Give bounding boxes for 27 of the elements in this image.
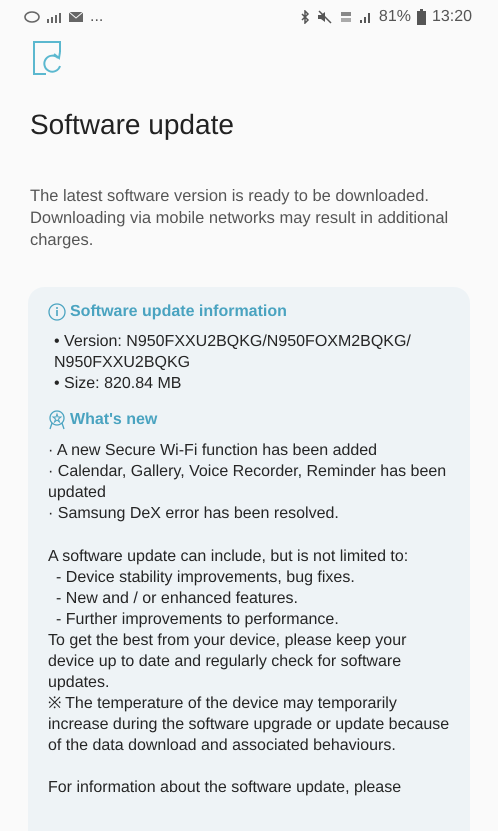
clock: 13:20 xyxy=(432,8,472,26)
badge-icon xyxy=(48,410,66,430)
info-icon xyxy=(48,303,66,321)
change-item: · Samsung DeX error has been resolved. xyxy=(48,504,340,524)
section-heading: What's new xyxy=(70,411,158,429)
more-notifications: ... xyxy=(90,8,104,26)
change-item: · Calendar, Gallery, Voice Recorder, Reminder has been updated xyxy=(48,462,448,503)
info-item: • Version: N950FXXU2BQKG/N950FOXM2BQKG/ N950FXXU2BQKG xyxy=(54,332,412,373)
note-item: - Device stability improvements, bug fixes. xyxy=(55,568,356,588)
note-item: - Further improvements to performance. xyxy=(55,610,340,630)
intro-text: The latest software version is ready to be downloaded. Downloading via mobile networks may result in additional charges. xyxy=(30,186,450,251)
signal-icon xyxy=(358,10,373,24)
bluetooth-icon xyxy=(298,10,311,24)
signal-icon xyxy=(46,10,62,24)
mute-icon xyxy=(316,10,333,24)
page-title: Software update xyxy=(30,109,235,141)
section-heading: Software update information xyxy=(70,303,287,321)
note-text: A software update can include, but is not limited to: xyxy=(48,547,410,567)
note-text: For information about the software update, please xyxy=(48,778,402,798)
battery-icon xyxy=(416,9,426,25)
change-item: · A new Secure Wi-Fi function has been added xyxy=(48,441,378,461)
info-item: • Size: 820.84 MB xyxy=(54,374,182,394)
note-text: To get the best from your device, please keep your device up to date and regularly check for software updates. xyxy=(48,631,408,693)
battery-percentage: 81% xyxy=(378,8,411,26)
note-text: ※ The temperature of the device may temporarily increase during the software upgrade or update because of the data download and associated behaviours. xyxy=(48,694,450,756)
note-item: - New and / or enhanced features. xyxy=(55,589,299,609)
mail-icon xyxy=(68,10,84,24)
